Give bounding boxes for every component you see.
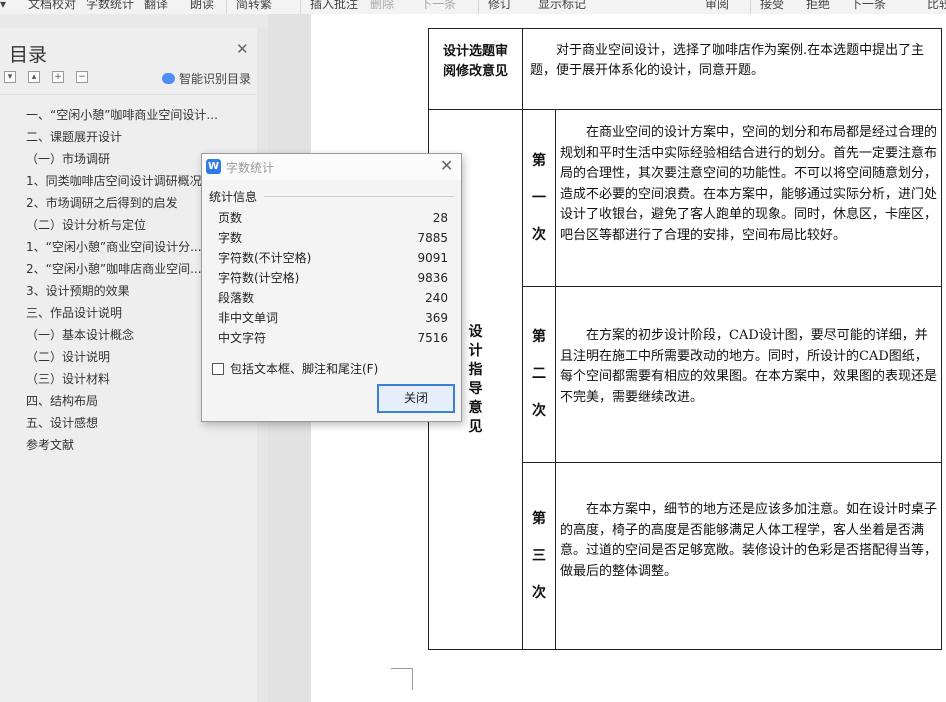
round-label-cell: 第二次 (522, 286, 556, 463)
stat-label: 字符数(计空格) (218, 271, 300, 285)
stat-row: 非中文单词 369 (218, 308, 448, 328)
round-text-cell: 在商业空间的设计方案中，空间的划分和布局都是经过合理的规划和平时生活中实际经验相… (555, 109, 942, 287)
word-count-button[interactable]: 字数统计 (86, 0, 134, 12)
show-markup-button[interactable]: 显示标记 (538, 0, 586, 12)
stat-value: 7885 (417, 231, 448, 245)
stat-row: 中文字符 7516 (218, 328, 448, 348)
dialog-title: 字数统计 (226, 161, 275, 175)
toc-item[interactable]: 二、课题展开设计 (26, 126, 240, 148)
compare-button[interactable]: 比较 (927, 0, 946, 12)
stat-label: 中文字符 (218, 331, 267, 345)
translate-button[interactable]: 翻译 (144, 0, 168, 12)
round-label: 第二次 (532, 329, 546, 419)
stat-label: 字数 (218, 231, 243, 245)
page-corner-mark (391, 668, 413, 690)
close-button[interactable]: 关闭 (377, 384, 455, 413)
checkbox-label: 包括文本框、脚注和尾注(F) (230, 362, 379, 376)
toc-item[interactable]: 一、“空闲小憩”咖啡商业空间设计... (26, 104, 240, 126)
accept-button[interactable]: 接受 (760, 0, 784, 12)
review-label: 设计选题审阅修改意见 (442, 44, 508, 79)
dialog-titlebar[interactable]: W 字数统计 ✕ (202, 154, 461, 180)
ribbon-toolbar: ▾ 文档校对 字数统计 翻译 朗读 简转繁 插入批注 删除 下一条 修订 显示标… (0, 0, 946, 14)
round-label: 第三次 (532, 510, 546, 601)
stat-value: 9836 (417, 271, 448, 285)
stat-value: 9091 (417, 251, 448, 265)
round-text: 在方案的初步设计阶段，CAD设计图，要尽可能的详细，并且注明在施工中所需要改动的… (560, 328, 938, 405)
stat-value: 369 (425, 311, 448, 325)
divider (0, 94, 256, 95)
round-label-cell: 第三次 (522, 462, 556, 650)
include-textbox-checkbox[interactable]: 包括文本框、脚注和尾注(F) (212, 360, 378, 377)
close-icon[interactable]: ✕ (440, 156, 453, 175)
close-icon[interactable]: ✕ (236, 40, 249, 58)
smart-recognize-toc-button[interactable]: 智能识别目录 (162, 70, 251, 87)
stat-value: 240 (425, 291, 448, 305)
dropdown-arrow-icon[interactable]: ▾ (0, 0, 6, 12)
delete-comment-button[interactable]: 删除 (370, 0, 394, 12)
insert-comment-button[interactable]: 插入批注 (310, 0, 358, 12)
checkbox-icon[interactable] (212, 363, 224, 375)
stat-label: 段落数 (218, 291, 255, 305)
stat-row: 字符数(计空格) 9836 (218, 268, 448, 288)
divider (264, 196, 454, 197)
round-label: 第一次 (532, 152, 546, 243)
stat-row: 段落数 240 (218, 288, 448, 308)
collapse-up-icon[interactable]: ▴ (28, 71, 40, 83)
review-text: 对于商业空间设计，选择了咖啡店作为案例.在本选题中提出了主题，便于展开体系化的设… (530, 43, 925, 78)
remove-heading-icon[interactable]: − (76, 71, 88, 83)
stats-section-label: 统计信息 (209, 190, 258, 204)
reject-button[interactable]: 拒绝 (806, 0, 830, 12)
word-count-dialog: W 字数统计 ✕ 统计信息 页数 28 字数 7885 字符数(不计空格) 9091 … (201, 153, 462, 422)
review-content-cell: 对于商业空间设计，选择了咖啡店作为案例.在本选题中提出了主题，便于展开体系化的设… (522, 28, 942, 110)
review-table: 设计选题审阅修改意见 对于商业空间设计，选择了咖啡店作为案例.在本选题中提出了主… (428, 28, 942, 650)
stat-label: 页数 (218, 211, 243, 225)
add-heading-icon[interactable]: + (52, 71, 64, 83)
round-text: 在本方案中，细节的地方还是应该多加注意。如在设计时桌子的高度，椅子的高度是否能够… (560, 502, 938, 579)
review-label-cell: 设计选题审阅修改意见 (428, 28, 523, 110)
stats-list: 页数 28 字数 7885 字符数(不计空格) 9091 字符数(计空格) 9836 段… (218, 208, 448, 348)
round-text-cell: 在本方案中，细节的地方还是应该多加注意。如在设计时桌子的高度，椅子的高度是否能够… (555, 462, 942, 650)
read-aloud-button[interactable]: 朗读 (190, 0, 214, 12)
next-change-button[interactable]: 下一条 (850, 0, 886, 12)
stat-value: 7516 (417, 331, 448, 345)
round-text: 在商业空间的设计方案中，空间的划分和布局都是经过合理的规划和平时生活中实际经验相… (560, 125, 938, 243)
round-text-cell: 在方案的初步设计阶段，CAD设计图，要尽可能的详细，并且注明在施工中所需要改动的… (555, 286, 942, 463)
round-label-cell: 第一次 (522, 109, 556, 287)
smart-recognize-label: 智能识别目录 (179, 72, 252, 86)
stat-label: 字符数(不计空格) (218, 251, 312, 265)
collapse-down-icon[interactable]: ▾ (4, 71, 16, 83)
simplified-to-traditional-button[interactable]: 简转繁 (236, 0, 272, 12)
track-changes-button[interactable]: 修订 (488, 0, 512, 12)
stat-row: 字符数(不计空格) 9091 (218, 248, 448, 268)
stat-label: 非中文单词 (218, 311, 279, 325)
stat-row: 页数 28 (218, 208, 448, 228)
toc-item[interactable]: 参考文献 (26, 434, 240, 456)
next-comment-button[interactable]: 下一条 (420, 0, 456, 12)
wps-writer-icon: W (206, 159, 221, 174)
stat-row: 字数 7885 (218, 228, 448, 248)
review-button[interactable]: 审阅 (705, 0, 729, 12)
toc-title: 目录 (9, 44, 48, 66)
proofread-button[interactable]: 文档校对 (28, 0, 76, 12)
guide-label: 设计指导意见 (468, 323, 483, 435)
stat-value: 28 (432, 211, 448, 225)
ai-robot-icon (162, 73, 175, 84)
